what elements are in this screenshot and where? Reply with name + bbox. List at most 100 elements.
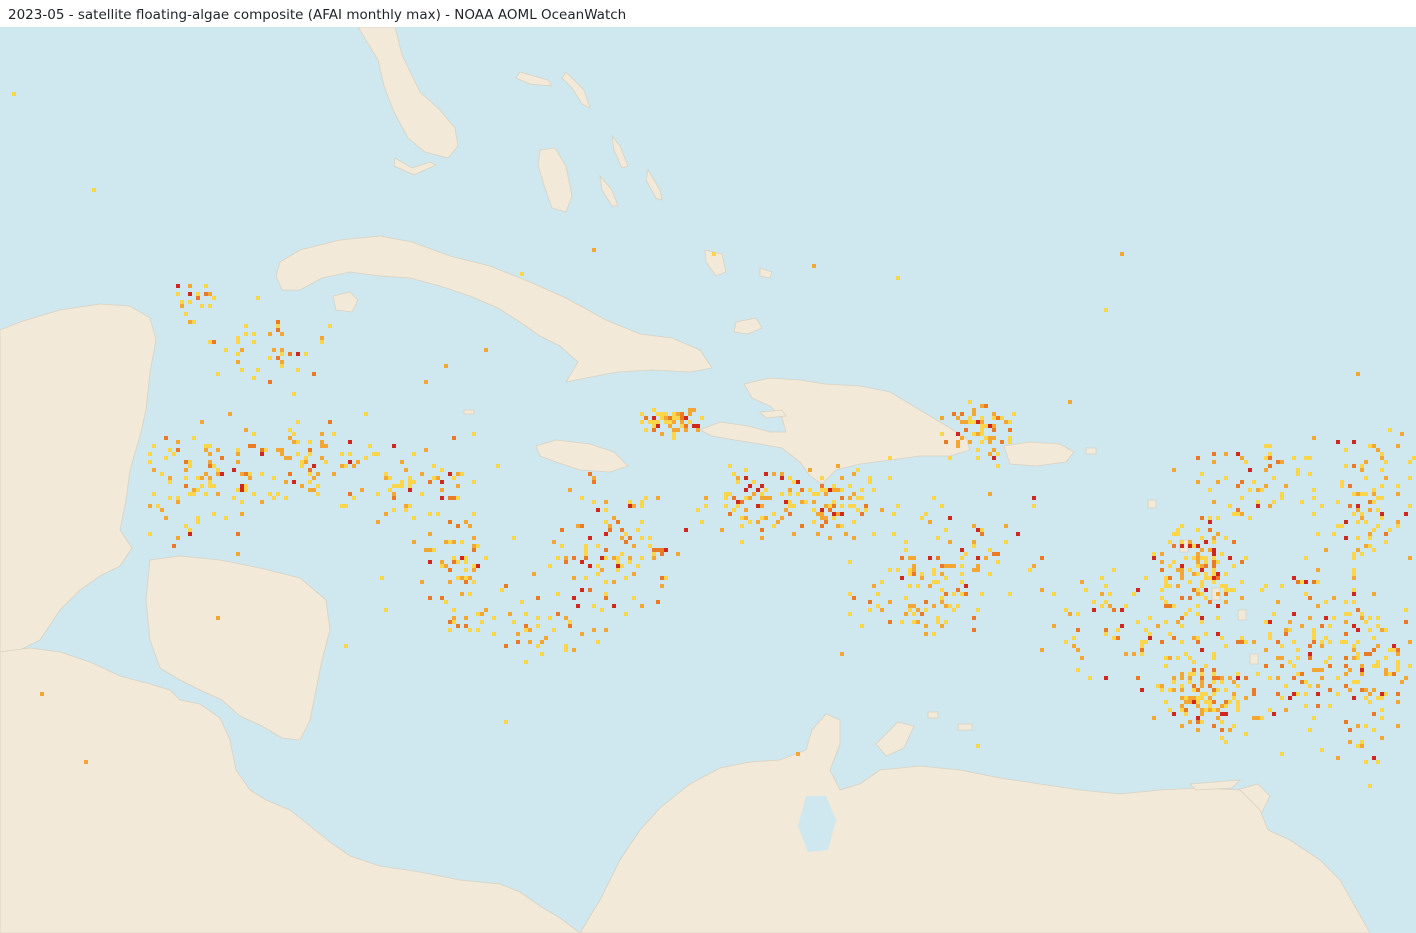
algae-pixel [1232, 588, 1236, 592]
algae-pixel [668, 424, 672, 428]
algae-pixel [908, 568, 912, 572]
algae-pixel [452, 540, 456, 544]
algae-pixel [940, 416, 944, 420]
algae-pixel [384, 512, 388, 516]
algae-pixel [1372, 444, 1376, 448]
algae-pixel [428, 532, 432, 536]
algae-pixel [1312, 636, 1316, 640]
algae-pixel [1308, 596, 1312, 600]
algae-pixel [1172, 544, 1176, 548]
algae-pixel [1076, 628, 1080, 632]
algae-pixel [1396, 444, 1400, 448]
algae-pixel [932, 632, 936, 636]
algae-pixel [1264, 620, 1268, 624]
algae-pixel [460, 556, 464, 560]
algae-pixel [600, 568, 604, 572]
algae-pixel [664, 412, 668, 416]
algae-pixel [1328, 688, 1332, 692]
algae-pixel [1360, 688, 1364, 692]
algae-pixel [1192, 544, 1196, 548]
algae-pixel [268, 332, 272, 336]
algae-pixel [1364, 652, 1368, 656]
aruba [927, 711, 939, 719]
algae-pixel [1220, 584, 1224, 588]
algae-pixel [492, 616, 496, 620]
algae-pixel [660, 552, 664, 556]
algae-pixel [1244, 640, 1248, 644]
algae-pixel [1408, 504, 1412, 508]
algae-pixel [792, 532, 796, 536]
algae-pixel [508, 612, 512, 616]
algae-pixel [988, 492, 992, 496]
algae-pixel [556, 592, 560, 596]
algae-pixel [196, 516, 200, 520]
algae-pixel [900, 620, 904, 624]
algae-pixel [908, 604, 912, 608]
algae-pixel [864, 508, 868, 512]
algae-pixel [1196, 700, 1200, 704]
algae-pixel [788, 476, 792, 480]
algae-pixel [356, 460, 360, 464]
algae-pixel [964, 584, 968, 588]
algae-pixel [1368, 784, 1372, 788]
algae-pixel [1300, 680, 1304, 684]
algae-pixel [956, 440, 960, 444]
algae-pixel [824, 520, 828, 524]
map-canvas[interactable] [0, 27, 1416, 933]
algae-pixel [292, 480, 296, 484]
algae-pixel [432, 548, 436, 552]
algae-pixel [976, 528, 980, 532]
algae-pixel [964, 428, 968, 432]
algae-pixel [912, 556, 916, 560]
algae-pixel [624, 612, 628, 616]
algae-pixel [1380, 736, 1384, 740]
algae-pixel [268, 492, 272, 496]
algae-pixel [604, 508, 608, 512]
algae-pixel [836, 464, 840, 468]
algae-pixel [220, 456, 224, 460]
algae-pixel [1376, 508, 1380, 512]
algae-pixel [1200, 696, 1204, 700]
algae-pixel [632, 596, 636, 600]
algae-pixel [1332, 616, 1336, 620]
algae-pixel [1228, 728, 1232, 732]
algae-pixel [1352, 600, 1356, 604]
algae-pixel [172, 452, 176, 456]
algae-pixel [192, 436, 196, 440]
algae-pixel [340, 504, 344, 508]
algae-pixel [472, 480, 476, 484]
algae-pixel [1344, 612, 1348, 616]
algae-pixel [388, 488, 392, 492]
algae-pixel [404, 508, 408, 512]
algae-pixel [640, 504, 644, 508]
algae-pixel [1148, 636, 1152, 640]
algae-pixel [760, 492, 764, 496]
algae-pixel [952, 592, 956, 596]
map-svg[interactable] [0, 27, 1416, 933]
algae-pixel [328, 420, 332, 424]
algae-pixel [1192, 684, 1196, 688]
algae-pixel [1224, 592, 1228, 596]
algae-pixel [464, 580, 468, 584]
algae-pixel [1196, 556, 1200, 560]
algae-pixel [1296, 472, 1300, 476]
algae-pixel [216, 492, 220, 496]
algae-pixel [976, 608, 980, 612]
algae-pixel [1220, 676, 1224, 680]
algae-pixel [1208, 684, 1212, 688]
algae-pixel [1296, 468, 1300, 472]
algae-pixel [1168, 564, 1172, 568]
algae-pixel [448, 496, 452, 500]
algae-pixel [1236, 684, 1240, 688]
algae-pixel [732, 508, 736, 512]
algae-pixel [860, 496, 864, 500]
algae-pixel [1240, 640, 1244, 644]
algae-pixel [236, 460, 240, 464]
algae-pixel [340, 452, 344, 456]
algae-pixel [468, 592, 472, 596]
algae-pixel [1264, 468, 1268, 472]
algae-pixel [572, 556, 576, 560]
algae-pixel [1204, 540, 1208, 544]
algae-pixel [1280, 664, 1284, 668]
algae-pixel [924, 512, 928, 516]
